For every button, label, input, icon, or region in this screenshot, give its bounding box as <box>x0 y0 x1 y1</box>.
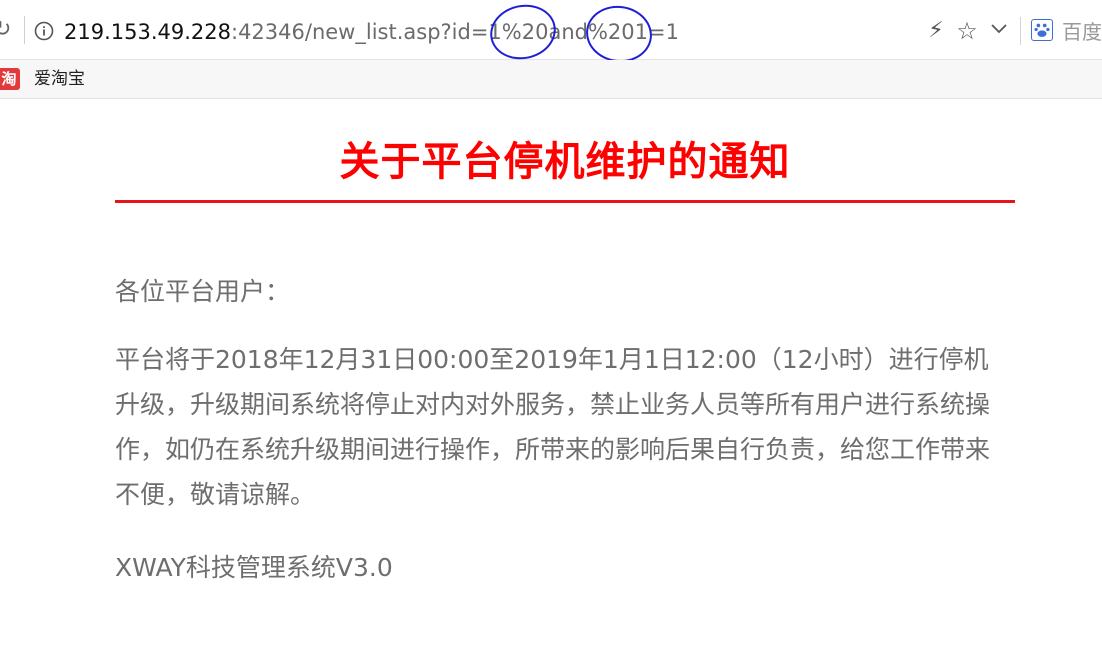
bookmarks-bar: 淘 爱淘宝 <box>0 60 1102 99</box>
toolbar-divider <box>1020 17 1021 45</box>
flash-icon[interactable]: ⚡︎ <box>924 18 948 44</box>
greeting-text: 各位平台用户： <box>115 277 291 306</box>
browser-window: ↻ 219.153.49.228:42346/new_list.asp?id=1… <box>0 0 1102 661</box>
notice-paragraph: 平台将于2018年12月31日00:00至2019年1月1日12:00（12小时… <box>115 345 991 509</box>
title-divider <box>115 200 1015 203</box>
browser-toolbar: ↻ 219.153.49.228:42346/new_list.asp?id=1… <box>0 0 1102 67</box>
search-engine-label[interactable]: 百度 <box>1062 17 1102 47</box>
signature-text: XWAY科技管理系统V3.0 <box>115 553 393 582</box>
url-host: 219.153.49.228 <box>64 20 231 44</box>
page-content: 关于平台停机维护的通知 各位平台用户： 平台将于2018年12月31日00:00… <box>0 99 1102 661</box>
star-icon[interactable]: ☆ <box>954 18 980 44</box>
info-icon[interactable] <box>34 21 54 41</box>
bookmark-label: 爱淘宝 <box>34 69 85 89</box>
chevron-down-icon[interactable] <box>987 18 1011 44</box>
refresh-icon[interactable]: ↻ <box>0 18 15 42</box>
toolbar-divider <box>24 16 25 44</box>
address-bar[interactable]: 219.153.49.228:42346/new_list.asp?id=1%2… <box>64 17 679 47</box>
url-path: :42346/new_list.asp?id=1%20and%201=1 <box>231 20 679 44</box>
baidu-icon[interactable] <box>1031 19 1053 41</box>
taobao-icon: 淘 <box>0 68 20 90</box>
page-title: 关于平台停机维护的通知 <box>339 139 791 185</box>
